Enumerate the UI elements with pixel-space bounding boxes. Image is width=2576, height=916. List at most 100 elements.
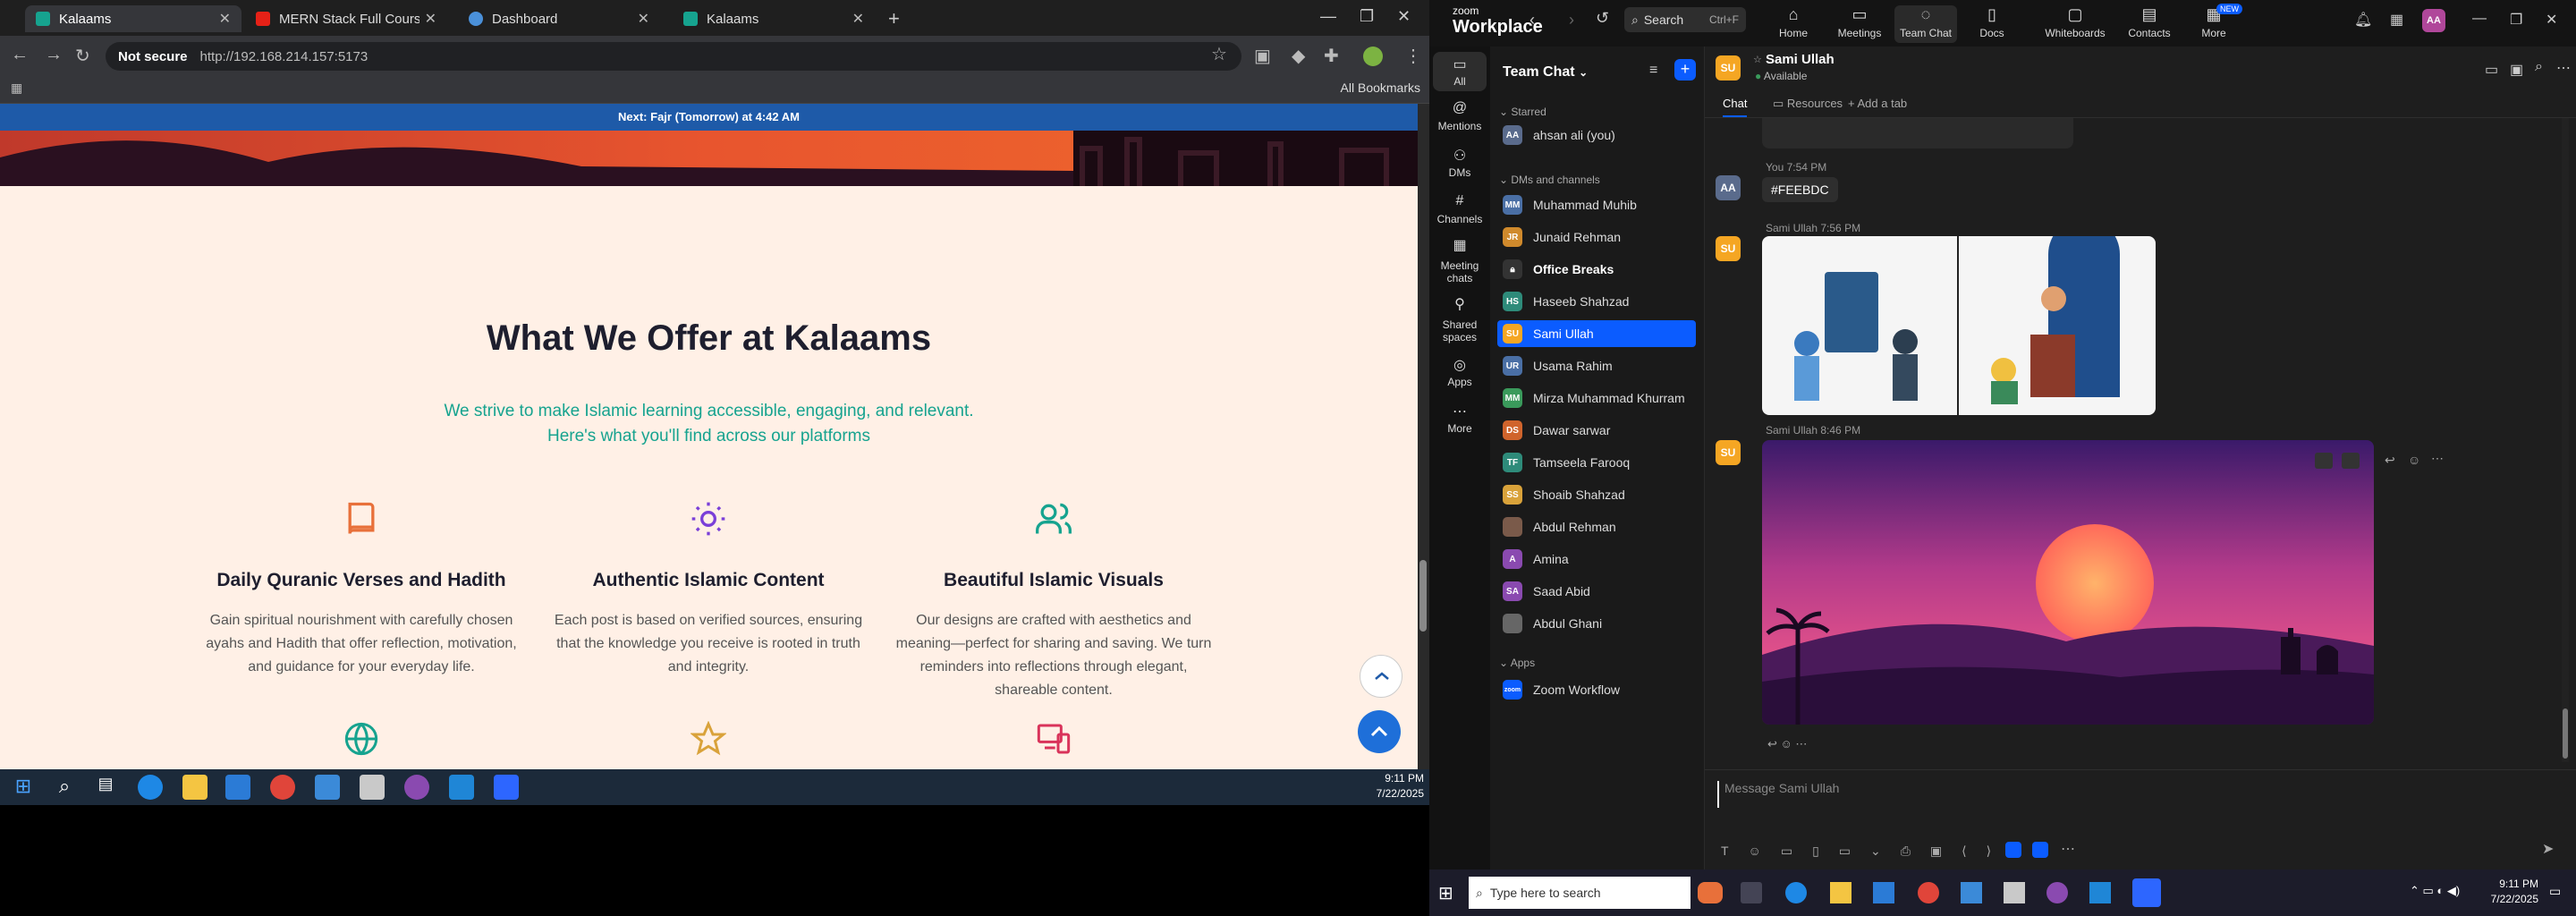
rail-channels[interactable]: # Channels (1433, 193, 1487, 225)
apps-grid-icon[interactable]: ▦ (11, 81, 22, 96)
search-highlight-icon[interactable] (1698, 882, 1723, 903)
chat-item[interactable]: SU Sami Ullah (1497, 320, 1696, 347)
filter-icon[interactable]: ≡ (1649, 63, 1657, 79)
address-bar[interactable]: Not secure http://192.168.214.157:5173 (106, 42, 1241, 71)
notification-icon[interactable]: ▭ (2549, 884, 2561, 899)
search-icon[interactable]: ⌕ (2535, 59, 2543, 75)
app-icon[interactable] (315, 775, 340, 800)
minimize-icon[interactable]: — (2472, 11, 2487, 27)
rail-mentions[interactable]: @ Mentions (1433, 100, 1487, 132)
chat-item[interactable]: UR Usama Rahim (1497, 352, 1696, 379)
section-dms[interactable]: ⌄ DMs and channels (1499, 174, 1600, 186)
github-icon[interactable] (2046, 882, 2068, 903)
more-dots-icon[interactable]: ⋯ (2061, 840, 2075, 858)
more-dots-icon[interactable] (2342, 453, 2360, 469)
reply-icon[interactable]: ↩ (2385, 453, 2395, 468)
more-dots-icon[interactable]: ⋯ (2431, 451, 2444, 466)
section-apps[interactable]: ⌄ Apps (1499, 657, 1535, 669)
scrollbar-thumb[interactable] (1419, 560, 1427, 632)
zoom-icon[interactable] (494, 775, 519, 800)
tab-dashboard[interactable]: Dashboard ✕ (458, 5, 660, 32)
file-explorer-icon[interactable] (1830, 882, 1852, 903)
page-scrollbar[interactable] (1418, 104, 1429, 769)
tab-chat[interactable]: Chat (1723, 97, 1748, 117)
add-tab[interactable]: + Add a tab (1848, 97, 1907, 110)
windows-start-icon[interactable]: ⊞ (1438, 882, 1453, 904)
shared-image-sunset[interactable] (1762, 440, 2374, 725)
team-chat-header[interactable]: Team Chat ⌄ (1503, 64, 1588, 81)
shared-image-illustrations[interactable] (1762, 236, 2156, 415)
back-icon[interactable]: ‹ (1530, 11, 1535, 30)
taskbar-clock[interactable]: 9:11 PM 7/22/2025 (2481, 877, 2538, 907)
close-icon[interactable]: ✕ (425, 10, 436, 28)
rail-apps[interactable]: ◎ Apps (1433, 356, 1487, 388)
chat-item[interactable]: AA ahsan ali (you) (1497, 122, 1696, 148)
star-icon[interactable]: ☆ (1753, 54, 1762, 65)
all-bookmarks[interactable]: All Bookmarks (1341, 81, 1420, 95)
bookmark-star-icon[interactable]: ☆ (1211, 43, 1227, 65)
scroll-to-top-button[interactable] (1358, 710, 1401, 753)
edge-icon[interactable] (138, 775, 163, 800)
video-icon[interactable]: ▭ (2485, 61, 2498, 79)
chat-scrollbar[interactable] (2562, 118, 2569, 762)
chrome-icon[interactable] (270, 775, 295, 800)
nav-whiteboards[interactable]: ▢ Whiteboards (2038, 5, 2113, 39)
chat-item[interactable]: zoom Zoom Workflow (1497, 676, 1696, 703)
close-window-icon[interactable]: ✕ (1397, 7, 1411, 26)
taskbar-search-box[interactable]: ⌕ Type here to search (1469, 877, 1690, 909)
app-icon[interactable] (2004, 882, 2025, 903)
maximize-icon[interactable]: ❐ (1360, 7, 1374, 26)
menu-dots-icon[interactable]: ⋮ (1404, 45, 1422, 67)
nav-home[interactable]: ⌂ Home (1762, 5, 1825, 39)
rail-dms[interactable]: ⚇ DMs (1433, 147, 1487, 179)
chat-item[interactable]: JR Junaid Rehman (1497, 224, 1696, 250)
tab-resources[interactable]: ▭ Resources (1773, 97, 1843, 111)
tab-mern[interactable]: MERN Stack Full Course - ECom ✕ (245, 5, 447, 32)
store-icon[interactable] (1873, 882, 1894, 903)
task-view-icon[interactable]: ▤ (93, 775, 118, 800)
taskbar-clock[interactable]: 9:11 PM 7/22/2025 (1358, 771, 1429, 802)
scroll-top-small-button[interactable] (1360, 655, 1402, 698)
minimize-icon[interactable]: — (1320, 7, 1336, 26)
reaction-icon[interactable]: ☺ (2408, 453, 2420, 467)
file-explorer-icon[interactable] (182, 775, 208, 800)
previous-image-attachment[interactable] (1762, 118, 2073, 148)
close-icon[interactable]: ✕ (219, 10, 231, 28)
maximize-icon[interactable]: ❐ (2510, 11, 2522, 29)
system-tray-icons[interactable]: ⌃ ▭ ◐ ◀) (2410, 884, 2460, 898)
chat-item[interactable]: 🔒︎ Office Breaks (1497, 256, 1696, 283)
chat-item[interactable]: MM Muhammad Muhib (1497, 191, 1696, 218)
forward-icon[interactable]: › (1569, 11, 1574, 30)
github-icon[interactable] (404, 775, 429, 800)
close-icon[interactable]: ✕ (2546, 11, 2557, 29)
vscode-icon[interactable] (449, 775, 474, 800)
nav-meetings[interactable]: ▭ Meetings (1828, 5, 1891, 39)
nav-docs[interactable]: ▯ Docs (1961, 5, 2023, 39)
app-icon[interactable] (2005, 842, 2021, 858)
message-input[interactable]: Message Sami Ullah (1717, 781, 2558, 808)
extension-icon[interactable]: ◆ (1292, 45, 1305, 67)
chat-item[interactable]: MM Mirza Muhammad Khurram (1497, 385, 1696, 411)
chrome-icon[interactable] (1918, 882, 1939, 903)
task-view-icon[interactable] (1741, 882, 1762, 903)
extensions-puzzle-icon[interactable]: ✚ (1324, 45, 1339, 67)
history-icon[interactable]: ↺ (1596, 9, 1609, 28)
app-icon[interactable] (1961, 882, 1982, 903)
user-avatar[interactable]: AA (2422, 9, 2445, 32)
tab-kalaams[interactable]: Kalaams ✕ (25, 5, 242, 32)
extension-icon[interactable]: ▣ (1254, 45, 1271, 67)
message-bubble[interactable]: #FEEBDC (1762, 177, 1838, 202)
scrollbar-thumb[interactable] (2563, 708, 2568, 759)
reply-icon[interactable]: ↩ ☺ ⋯ (1767, 737, 1807, 751)
app-icon[interactable] (360, 775, 385, 800)
close-icon[interactable]: ✕ (638, 10, 649, 28)
chat-item[interactable]: TF Tamseela Farooq (1497, 449, 1696, 476)
rail-all[interactable]: ▭ All (1433, 52, 1487, 91)
back-icon[interactable]: ← (11, 45, 29, 65)
vscode-icon[interactable] (2089, 882, 2111, 903)
chat-item[interactable]: Abdul Ghani (1497, 610, 1696, 637)
chat-item[interactable]: SS Shoaib Shahzad (1497, 481, 1696, 508)
screen-share-icon[interactable]: ▣ (2510, 61, 2523, 79)
calendar-icon[interactable]: ▦ (2390, 11, 2403, 29)
search-icon[interactable]: ⌕ (52, 775, 77, 800)
